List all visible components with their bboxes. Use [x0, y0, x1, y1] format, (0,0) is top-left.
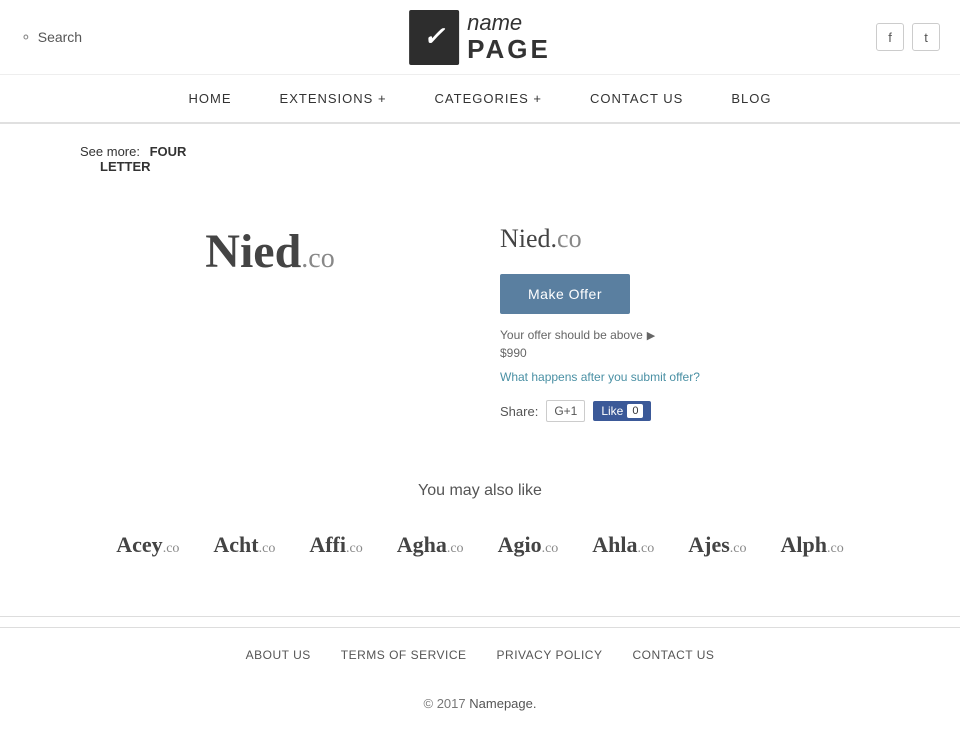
footer-copy-year: © 2017 — [424, 696, 466, 711]
arrow-icon: ▶ — [647, 329, 655, 342]
fb-count: 0 — [627, 404, 643, 418]
fb-like-label: Like — [601, 404, 623, 418]
facebook-icon[interactable]: f — [876, 23, 904, 51]
nav-blog[interactable]: BLOG — [707, 75, 795, 122]
facebook-like-button[interactable]: Like 0 — [593, 401, 651, 421]
header: ⚬ Search ✓ name PAGE f t — [0, 0, 960, 75]
domain-card-agio[interactable]: Agio.co — [486, 524, 571, 566]
domain-preview-text: Nied.co — [205, 224, 334, 279]
domain-title: Nied.co — [500, 224, 880, 254]
offer-amount: $990 — [500, 346, 880, 360]
logo-text: name PAGE — [467, 11, 551, 64]
preview-name: Nied — [205, 225, 301, 278]
search-label: Search — [38, 29, 82, 45]
logo-page: PAGE — [467, 35, 551, 64]
domain-card-affi[interactable]: Affi.co — [297, 524, 374, 566]
domain-name: Nied — [500, 224, 551, 253]
logo[interactable]: ✓ name PAGE — [409, 10, 551, 65]
domain-card-agha[interactable]: Agha.co — [385, 524, 476, 566]
breadcrumb-prefix: See more: — [80, 144, 140, 159]
main-content: Nied.co Nied.co Make Offer Your offer sh… — [0, 194, 960, 462]
nav-categories[interactable]: CATEGORIES + — [411, 75, 566, 122]
domain-card-acey[interactable]: Acey.co — [104, 524, 191, 566]
nav-contact[interactable]: CONTACT US — [566, 75, 707, 122]
domain-ext: co — [557, 224, 582, 253]
footer-brand[interactable]: Namepage. — [469, 696, 536, 711]
google-plus-button[interactable]: G+1 — [546, 400, 585, 422]
share-label: Share: — [500, 404, 538, 419]
domain-preview: Nied.co — [80, 214, 460, 422]
domain-card-ajes[interactable]: Ajes.co — [676, 524, 758, 566]
domain-card-acht[interactable]: Acht.co — [201, 524, 287, 566]
what-happens-link[interactable]: What happens after you submit offer? — [500, 370, 880, 384]
domain-card-ahla[interactable]: Ahla.co — [580, 524, 666, 566]
nav-home[interactable]: HOME — [165, 75, 256, 122]
footer-privacy[interactable]: PRIVACY POLICY — [497, 648, 603, 662]
navigation: HOME EXTENSIONS + CATEGORIES + CONTACT U… — [0, 75, 960, 124]
also-like-section: You may also like Acey.co Acht.co Affi.c… — [0, 462, 960, 606]
logo-icon: ✓ — [409, 10, 459, 65]
search-icon: ⚬ — [20, 29, 32, 46]
offer-hint: Your offer should be above ▶ — [500, 328, 880, 342]
footer-terms[interactable]: TERMS OF SERVICE — [341, 648, 467, 662]
breadcrumb: See more: FOUR LETTER — [0, 124, 960, 194]
breadcrumb-letter[interactable]: LETTER — [100, 159, 880, 174]
twitter-icon[interactable]: t — [912, 23, 940, 51]
domain-card-alph[interactable]: Alph.co — [769, 524, 856, 566]
footer-contact[interactable]: CONTACT US — [632, 648, 714, 662]
footer-links: ABOUT US TERMS OF SERVICE PRIVACY POLICY… — [0, 627, 960, 682]
footer-copyright: © 2017 Namepage. — [0, 682, 960, 725]
preview-ext: .co — [301, 243, 334, 274]
footer-divider — [0, 616, 960, 617]
also-like-title: You may also like — [40, 482, 920, 500]
domain-cards: Acey.co Acht.co Affi.co Agha.co Agio.co … — [40, 524, 920, 566]
domain-info: Nied.co Make Offer Your offer should be … — [500, 214, 880, 422]
make-offer-button[interactable]: Make Offer — [500, 274, 630, 314]
nav-extensions[interactable]: EXTENSIONS + — [256, 75, 411, 122]
breadcrumb-four[interactable]: FOUR — [150, 144, 187, 159]
share-row: Share: G+1 Like 0 — [500, 400, 880, 422]
search-area[interactable]: ⚬ Search — [20, 29, 82, 46]
logo-name: name — [467, 11, 551, 35]
social-icons: f t — [876, 23, 940, 51]
footer-about[interactable]: ABOUT US — [246, 648, 311, 662]
offer-hint-text: Your offer should be above — [500, 328, 643, 342]
